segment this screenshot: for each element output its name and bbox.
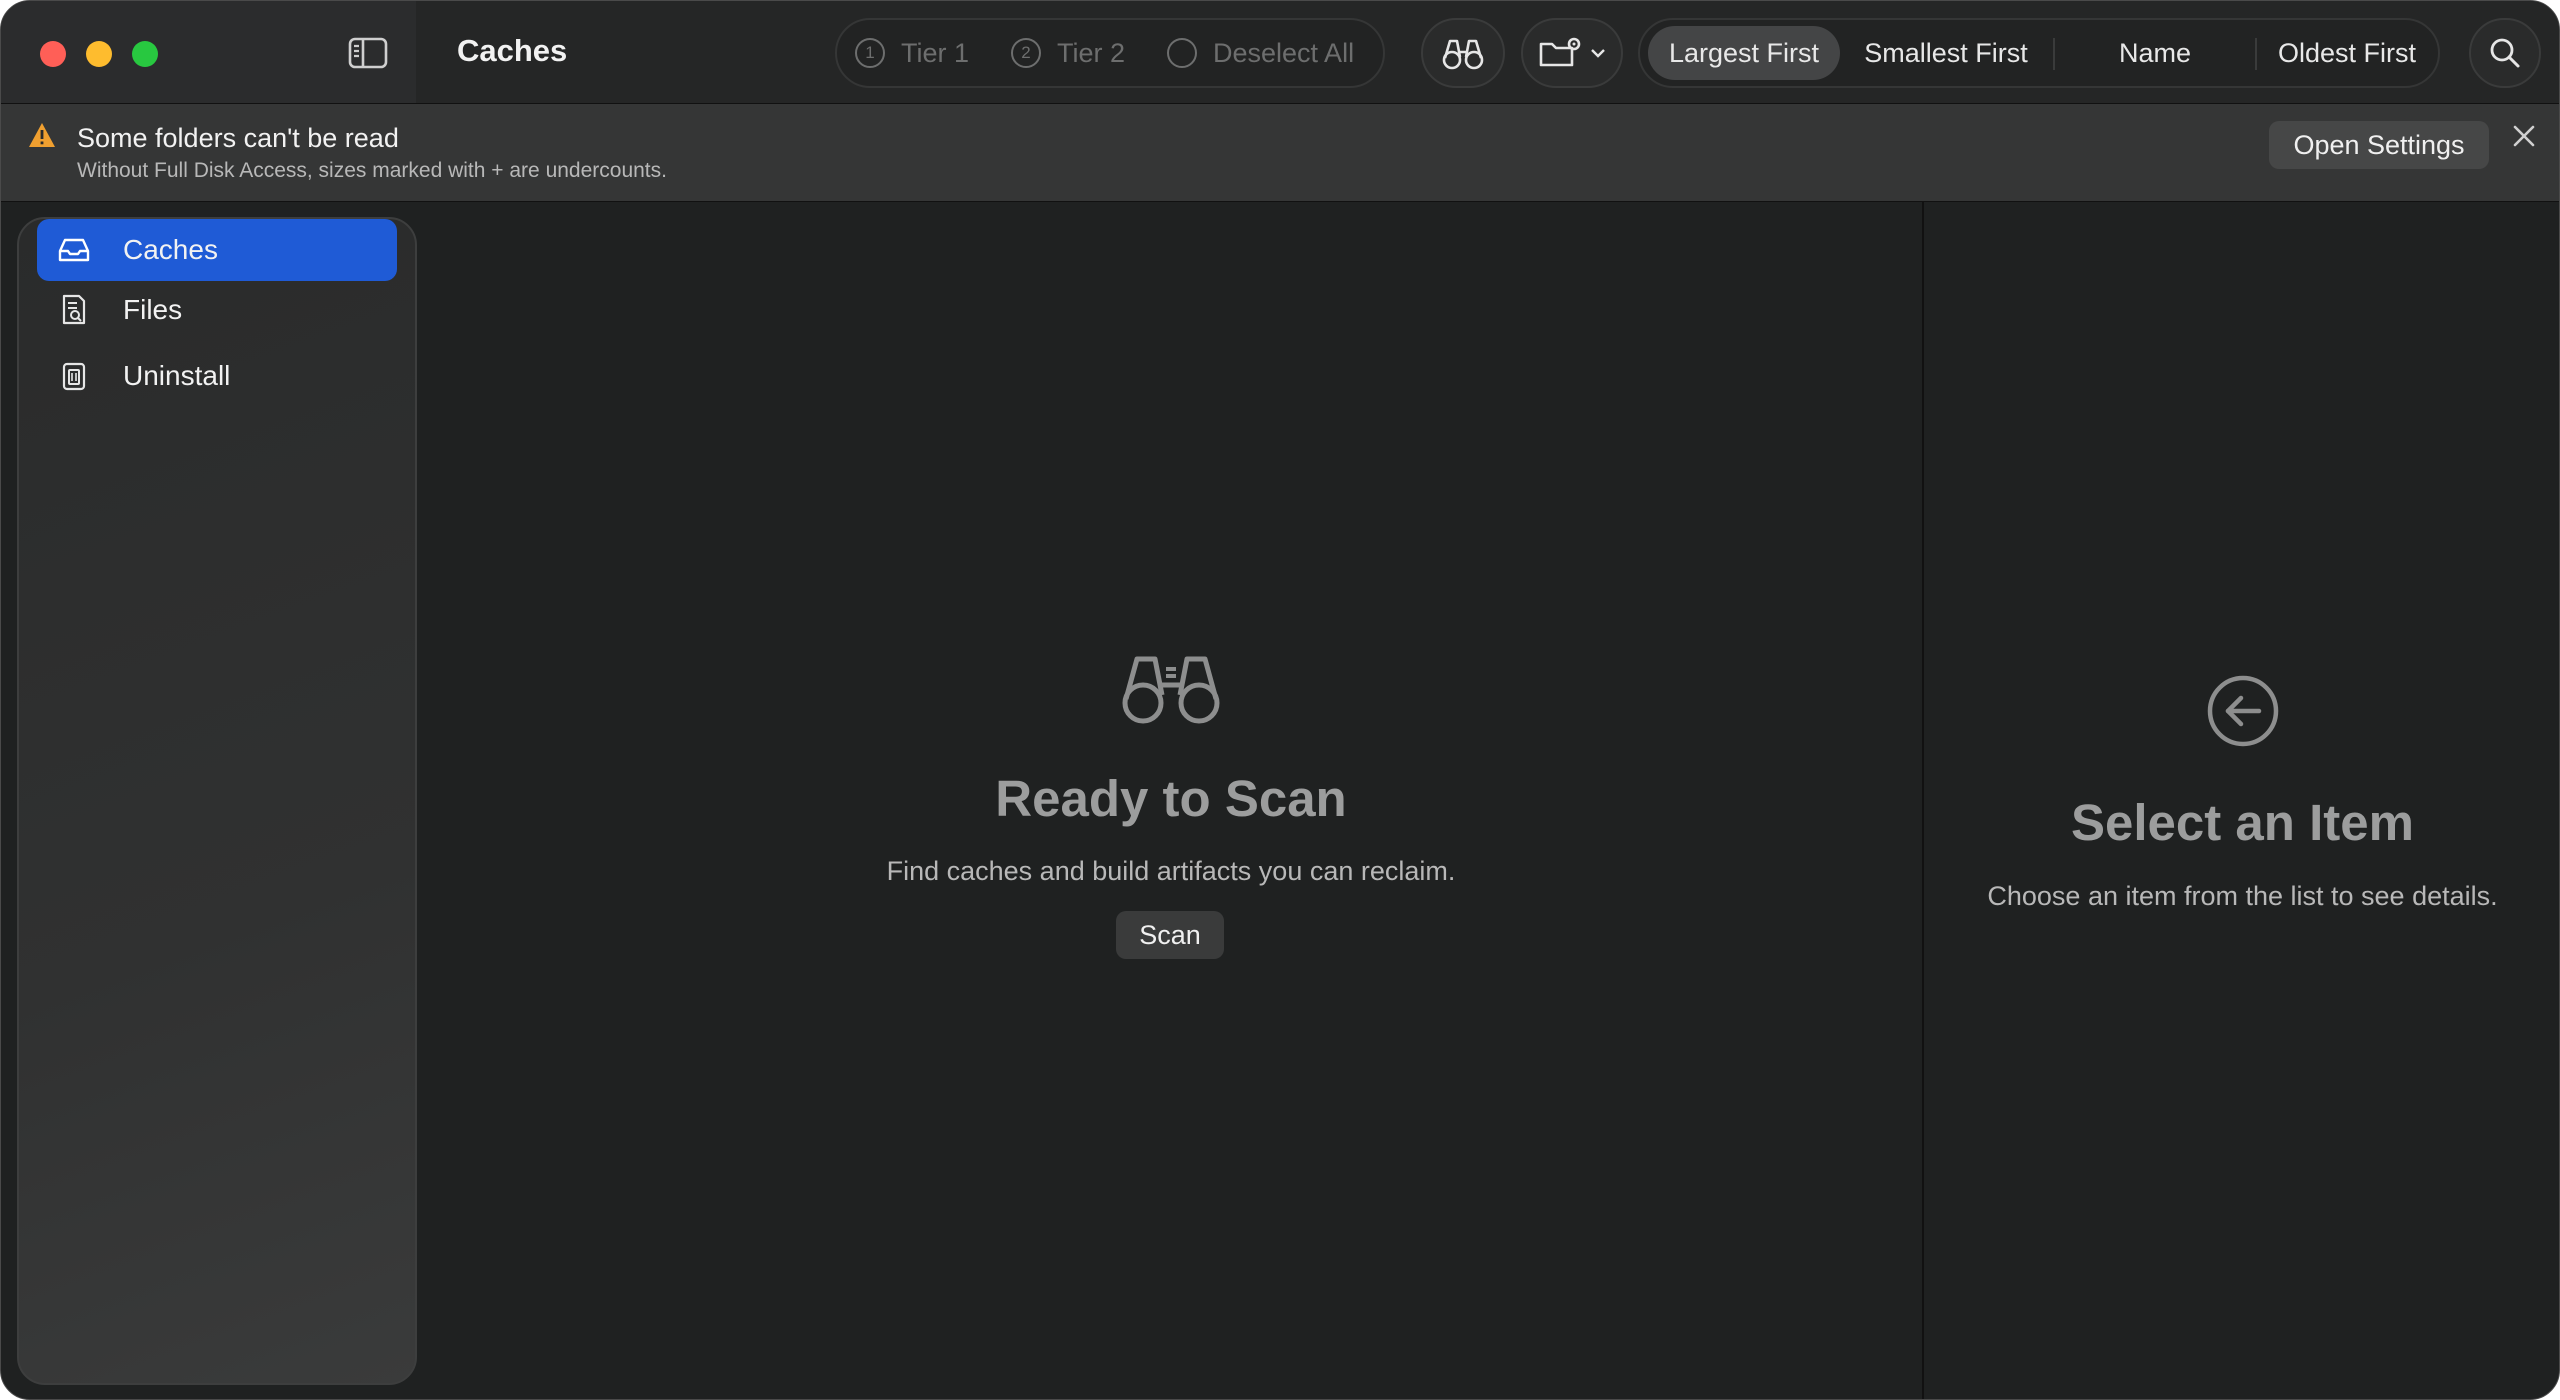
sidebar-item-label: Files [123,294,183,325]
tier-1-button[interactable]: 1 Tier 1 [855,20,969,86]
tier-selection-group: 1 Tier 1 2 Tier 2 Deselect All [835,18,1385,88]
sidebar: Caches Files Uninstall [17,217,417,1385]
deselect-all-label: Deselect All [1213,37,1355,68]
tier-1-label: Tier 1 [901,37,970,68]
folder-gear-icon [1539,37,1581,67]
segment-divider [2255,38,2257,70]
sort-oldest-first[interactable]: Oldest First [2262,26,2432,80]
trash-icon [57,359,91,393]
detail-empty-title: Select an Item [2071,794,2414,851]
sort-segmented-control: Largest First Smallest First Name Oldest… [1638,18,2440,88]
sidebar-item-files[interactable]: Files [37,279,397,341]
binoculars-icon [1442,39,1484,70]
warning-subtitle: Without Full Disk Access, sizes marked w… [77,159,667,182]
window-title: Caches [457,33,568,68]
number-2-circle-icon: 2 [1011,38,1041,68]
folder-settings-menu-button[interactable] [1521,18,1623,88]
empty-state-subtitle: Find caches and build artifacts you can … [886,856,1456,886]
document-search-icon [57,293,91,327]
sidebar-toggle-button[interactable] [347,35,391,71]
search-icon [2490,38,2520,68]
sidebar-item-uninstall[interactable]: Uninstall [37,345,397,407]
tray-icon [57,233,91,267]
tier-2-button[interactable]: 2 Tier 2 [1011,20,1125,86]
sidebar-toggle-icon [348,37,388,69]
segment-divider [2053,38,2055,70]
scan-button[interactable]: Scan [1116,911,1224,959]
close-icon [2513,125,2535,147]
sort-largest-first[interactable]: Largest First [1648,26,1840,80]
tier-2-label: Tier 2 [1057,37,1126,68]
minimize-window-button[interactable] [86,41,112,67]
dismiss-banner-button[interactable] [2509,121,2539,151]
binoculars-icon [1122,656,1220,724]
sidebar-item-label: Caches [123,234,218,265]
scan-binoculars-button[interactable] [1421,18,1505,88]
sidebar-item-caches[interactable]: Caches [37,219,397,281]
sidebar-item-label: Uninstall [123,360,231,391]
close-window-button[interactable] [40,41,66,67]
sort-name[interactable]: Name [2060,26,2250,80]
toolbar: Caches 1 Tier 1 2 Tier 2 Deselect All La… [1,1,2559,104]
open-settings-button[interactable]: Open Settings [2269,121,2489,169]
empty-state-title: Ready to Scan [995,770,1347,827]
arrow-left-circle-icon [2207,675,2279,747]
zoom-window-button[interactable] [132,41,158,67]
detail-empty-subtitle: Choose an item from the list to see deta… [1987,881,2498,911]
search-button[interactable] [2469,18,2541,88]
warning-title: Some folders can't be read [77,123,399,153]
sort-smallest-first[interactable]: Smallest First [1846,26,2046,80]
number-1-circle-icon: 1 [855,38,885,68]
app-window: Caches 1 Tier 1 2 Tier 2 Deselect All La… [0,0,2560,1400]
chevron-down-icon [1591,49,1605,58]
circle-icon [1167,38,1197,68]
deselect-all-button[interactable]: Deselect All [1167,20,1354,86]
warning-icon [29,123,55,147]
